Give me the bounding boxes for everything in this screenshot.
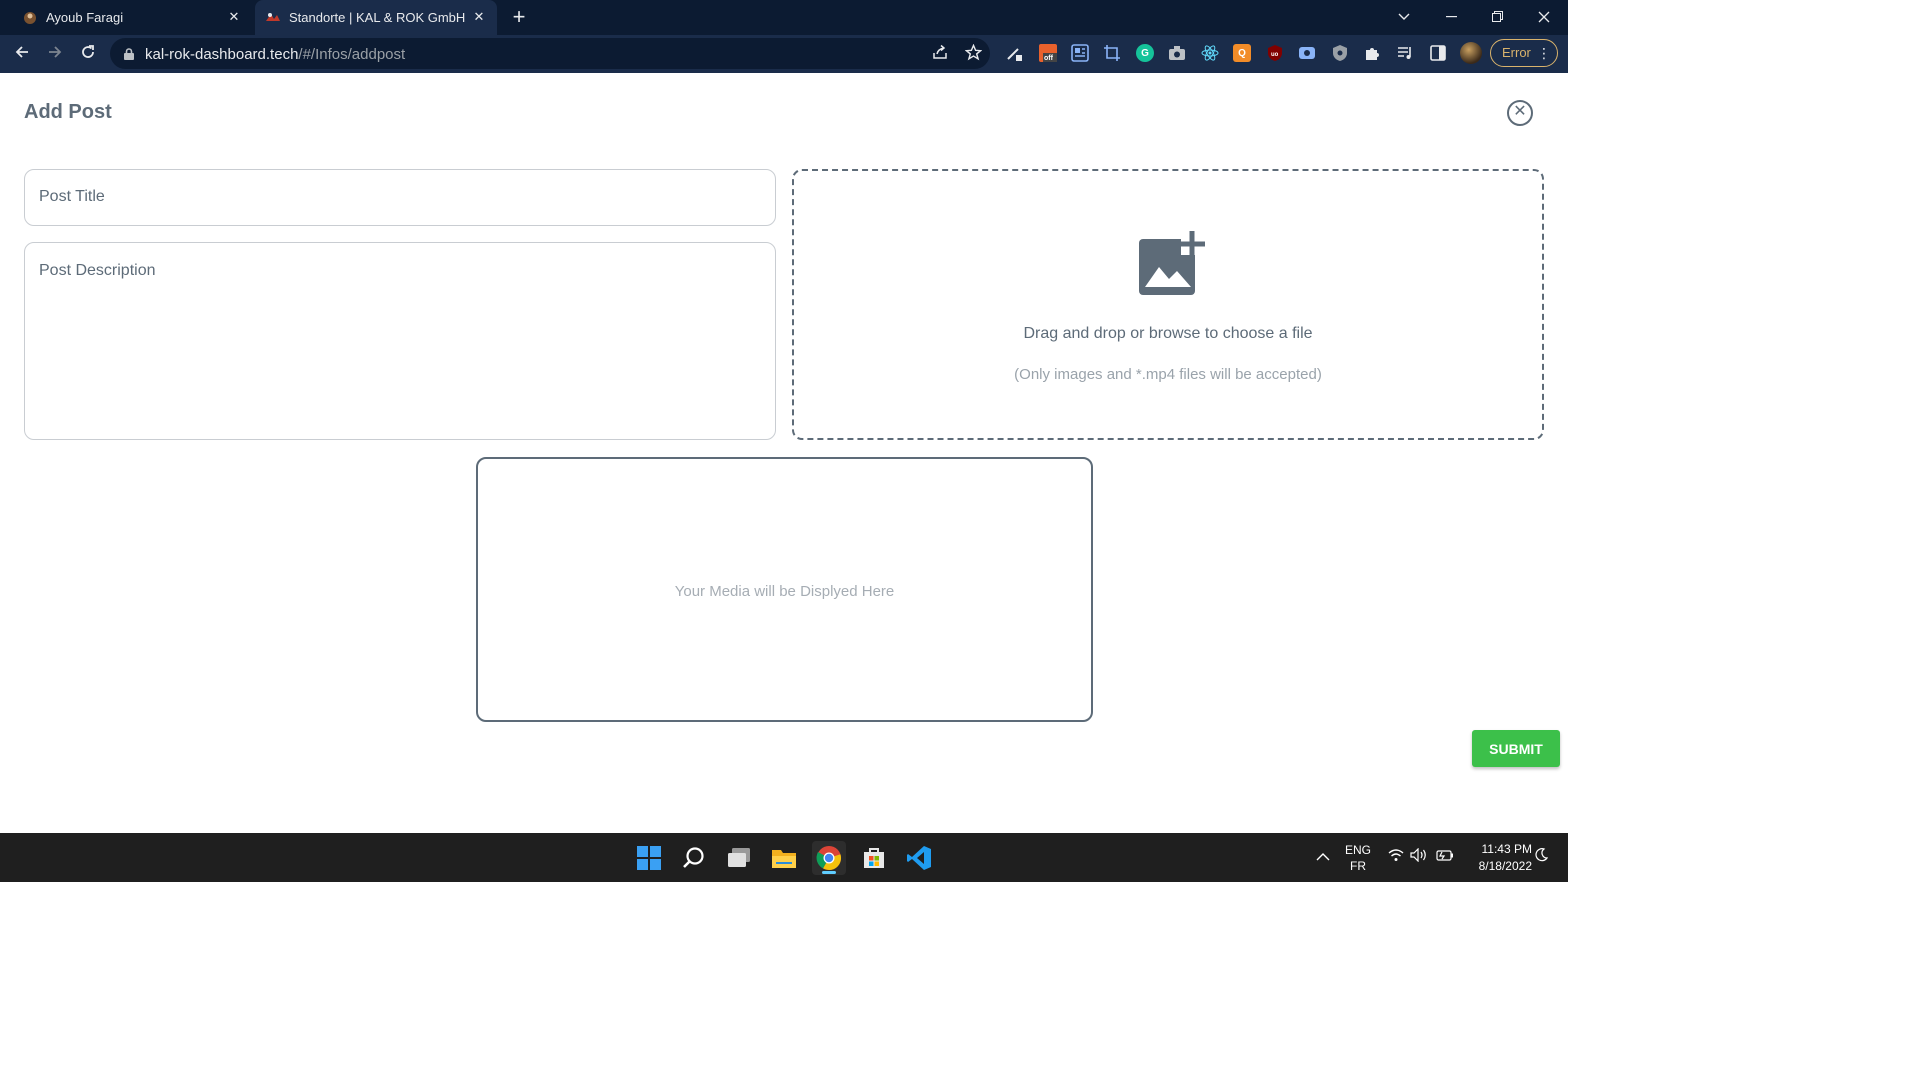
close-tab-icon[interactable]: ✕ [226, 9, 242, 25]
media-queue-icon[interactable] [1396, 44, 1414, 62]
clock-date: 8/18/2022 [1478, 859, 1532, 873]
profile-avatar[interactable] [1460, 42, 1482, 64]
task-view-icon[interactable] [722, 841, 756, 875]
back-arrow-icon[interactable] [11, 43, 33, 65]
pen-tool-icon[interactable] [1006, 44, 1024, 62]
grammarly-icon[interactable]: G [1136, 44, 1154, 62]
vscode-icon[interactable] [902, 841, 936, 875]
ublock-icon[interactable]: uo [1266, 44, 1284, 62]
focus-moon-icon[interactable] [1532, 848, 1550, 866]
chrome-icon[interactable] [812, 841, 846, 875]
translate-icon[interactable] [1071, 44, 1089, 62]
battery-icon[interactable] [1436, 848, 1454, 866]
side-panel-icon[interactable] [1429, 44, 1447, 62]
close-tab-icon[interactable]: ✕ [471, 9, 487, 25]
url-path: /#/Infos/addpost [298, 46, 406, 63]
file-explorer-icon[interactable] [767, 841, 801, 875]
profile-error-button[interactable]: Error ⋮ [1490, 39, 1558, 67]
post-description-input[interactable] [39, 262, 759, 422]
url-text: kal-rok-dashboard.tech/#/Infos/addpost [145, 46, 405, 63]
reload-icon[interactable] [77, 43, 99, 65]
media-preview-placeholder: Your Media will be Displyed Here [674, 583, 895, 600]
language-indicator[interactable]: ENG FR [1340, 842, 1376, 891]
file-dropzone[interactable]: Drag and drop or browse to choose a file… [792, 169, 1544, 440]
orange-q-icon[interactable]: Q [1233, 44, 1251, 62]
off-badge-icon[interactable]: off [1039, 44, 1057, 62]
browser-tab-active[interactable]: Standorte | KAL & ROK GmbH ✕ [255, 0, 497, 35]
profile-error-label: Error [1502, 45, 1531, 60]
close-circle-icon[interactable]: ✕ [1507, 100, 1533, 126]
screenshot-crop-icon[interactable] [1103, 44, 1121, 62]
dropzone-message: Drag and drop or browse to choose a file [1023, 325, 1313, 342]
language-primary: ENG [1344, 843, 1371, 857]
browser-tab[interactable]: Ayoub Faragi ✕ [16, 0, 252, 35]
avatar-favicon-icon [22, 10, 38, 26]
submit-button[interactable]: SUBMIT [1472, 730, 1560, 767]
active-app-indicator [822, 871, 836, 874]
new-tab-icon[interactable]: + [508, 6, 530, 28]
bookmark-star-icon[interactable] [963, 43, 983, 64]
add-photo-icon [1137, 229, 1205, 297]
close-window-icon[interactable] [1521, 0, 1567, 33]
wifi-icon[interactable] [1387, 848, 1405, 866]
tab-search-chevron-icon[interactable] [1381, 0, 1427, 33]
forward-arrow-icon[interactable] [44, 43, 66, 65]
minimize-icon[interactable] [1428, 0, 1474, 33]
chevron-up-icon[interactable] [1314, 848, 1332, 866]
lock-icon [124, 47, 134, 60]
post-description-field[interactable] [24, 242, 776, 440]
address-bar[interactable]: kal-rok-dashboard.tech/#/Infos/addpost [110, 38, 990, 69]
restore-icon[interactable] [1474, 0, 1520, 33]
react-devtools-icon[interactable] [1201, 44, 1219, 62]
post-title-input[interactable] [39, 188, 759, 206]
shield-icon[interactable] [1331, 44, 1349, 62]
microsoft-store-icon[interactable] [857, 841, 891, 875]
media-preview-box: Your Media will be Displyed Here [476, 457, 1093, 722]
browser-tab-strip: Ayoub Faragi ✕ Standorte | KAL & ROK Gmb… [0, 0, 1568, 35]
taskbar-clock[interactable]: 11:43 PM 8/18/2022 [1462, 841, 1532, 875]
puzzle-icon[interactable] [1363, 44, 1381, 62]
clock-time: 11:43 PM [1481, 842, 1532, 856]
page-title: Add Post [24, 101, 112, 123]
browser-toolbar: kal-rok-dashboard.tech/#/Infos/addpost o… [0, 35, 1568, 73]
add-post-page: Add Post ✕ Drag and drop or browse to ch… [0, 73, 1568, 833]
windows-taskbar: ENG FR 11:43 PM 8/18/2022 [0, 833, 1568, 882]
screen-recorder-icon[interactable] [1298, 44, 1316, 62]
url-host: kal-rok-dashboard.tech [145, 46, 299, 63]
share-icon[interactable] [930, 44, 950, 64]
svg-text:off: off [1044, 55, 1054, 62]
kal-rok-favicon-icon [265, 10, 281, 26]
svg-text:uo: uo [1271, 52, 1279, 58]
volume-icon[interactable] [1410, 847, 1428, 866]
search-icon[interactable] [677, 841, 711, 875]
camera-icon[interactable] [1168, 44, 1186, 62]
language-secondary: FR [1350, 859, 1366, 873]
kebab-menu-icon[interactable]: ⋮ [1537, 40, 1551, 66]
tab-title: Ayoub Faragi [46, 10, 124, 25]
post-title-field[interactable] [24, 169, 776, 226]
windows-start-icon[interactable] [632, 841, 666, 875]
tab-title: Standorte | KAL & ROK GmbH [289, 10, 466, 25]
dropzone-hint: (Only images and *.mp4 files will be acc… [1014, 366, 1322, 383]
